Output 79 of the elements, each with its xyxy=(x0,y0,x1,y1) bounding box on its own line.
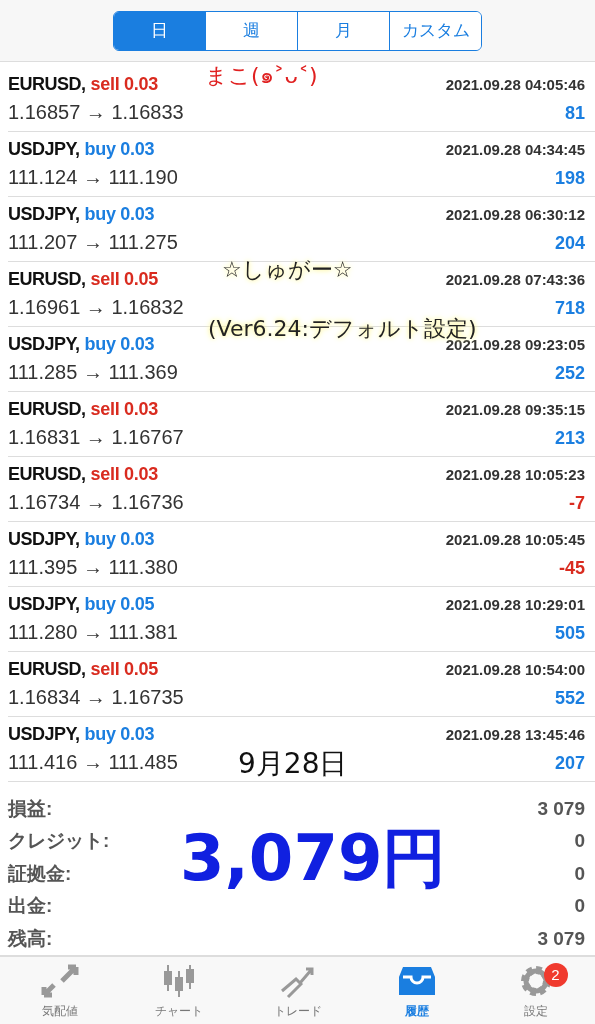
symbol: USDJPY, xyxy=(8,139,80,161)
trade-prices: 1.16831 → 1.16767 xyxy=(8,426,184,450)
trade-time: 2021.09.28 04:34:45 xyxy=(445,141,585,159)
trade-profit: 252 xyxy=(554,363,585,385)
trade-prices: 1.16834 → 1.16735 xyxy=(8,686,184,710)
trade-prices: 1.16734 → 1.16736 xyxy=(8,491,184,515)
trade-prices: 111.416 → 111.485 xyxy=(8,751,178,775)
summary-label: 残高: xyxy=(8,926,53,951)
symbol: USDJPY, xyxy=(8,594,80,616)
trade-prices: 111.285 → 111.369 xyxy=(8,361,178,385)
trade-profit: 505 xyxy=(554,623,585,645)
trade-side: sell 0.03 xyxy=(90,399,158,421)
trade-time: 2021.09.28 10:05:45 xyxy=(445,531,585,549)
summary-value: 3 079 xyxy=(537,927,585,950)
nav-tab[interactable]: 履歴 xyxy=(357,956,476,1024)
trade-profit: 213 xyxy=(554,428,585,450)
trade-side: sell 0.05 xyxy=(90,659,158,681)
trade-time: 2021.09.28 07:43:36 xyxy=(445,271,585,289)
period-tab[interactable]: 日 xyxy=(114,11,205,50)
handwritten-note: まこ(๑˃ᴗ˂) xyxy=(205,62,318,90)
symbol: USDJPY, xyxy=(8,204,80,226)
handwritten-note: 3,079円 xyxy=(180,820,447,897)
notification-badge: 2 xyxy=(543,962,568,987)
trade-side: buy 0.03 xyxy=(84,334,155,356)
summary-label: 出金: xyxy=(8,894,53,919)
symbol: USDJPY, xyxy=(8,529,80,551)
trade-profit: 198 xyxy=(554,168,585,190)
trade-prices: 111.395 → 111.380 xyxy=(8,556,178,580)
trade-side: sell 0.03 xyxy=(90,74,158,96)
summary-value: 0 xyxy=(574,830,585,853)
summary-label: クレジット: xyxy=(8,829,110,854)
trade-prices: 111.124 → 111.190 xyxy=(8,166,178,190)
trade-profit: -7 xyxy=(569,493,585,515)
trade-side: sell 0.03 xyxy=(90,464,158,486)
symbol: EURUSD, xyxy=(8,74,86,96)
trade-profit: 718 xyxy=(554,298,585,320)
handwritten-note: 9月28日 xyxy=(238,746,348,782)
trade-time: 2021.09.28 10:54:00 xyxy=(445,661,585,679)
trade-prices: 111.280 → 111.381 xyxy=(8,621,178,645)
period-tab[interactable]: 週 xyxy=(205,11,297,50)
summary-label: 証拠金: xyxy=(8,861,72,886)
symbol: EURUSD, xyxy=(8,659,86,681)
trade-profit: 207 xyxy=(554,753,585,775)
trade-profit: 81 xyxy=(564,103,585,125)
nav-tab[interactable]: 気配値 xyxy=(0,956,119,1024)
trade-time: 2021.09.28 06:30:12 xyxy=(445,206,585,224)
nav-tab[interactable]: 設定 2 xyxy=(476,956,595,1024)
trade-prices: 111.207 → 111.275 xyxy=(8,231,178,255)
arrows-icon xyxy=(39,963,80,999)
trade-side: buy 0.03 xyxy=(84,724,155,746)
trade-time: 2021.09.28 10:05:23 xyxy=(445,466,585,484)
trade-side: buy 0.03 xyxy=(84,529,155,551)
symbol: EURUSD, xyxy=(8,269,86,291)
symbol: USDJPY, xyxy=(8,334,80,356)
trade-side: buy 0.03 xyxy=(84,204,155,226)
trade-time: 2021.09.28 10:29:01 xyxy=(445,596,585,614)
trade-side: buy 0.05 xyxy=(84,594,155,616)
trade-side: sell 0.05 xyxy=(90,269,158,291)
summary-value: 0 xyxy=(574,895,585,918)
trade-side: buy 0.03 xyxy=(84,139,155,161)
nav-tab[interactable]: チャート xyxy=(119,956,238,1024)
symbol: EURUSD, xyxy=(8,464,86,486)
handwritten-note: ☆しゅがー☆ xyxy=(222,256,353,284)
trade-profit: -45 xyxy=(559,558,585,580)
trade-time: 2021.09.28 04:05:46 xyxy=(445,76,585,94)
summary-label: 損益: xyxy=(8,796,53,821)
trade-time: 2021.09.28 09:35:15 xyxy=(445,401,585,419)
nav-tab[interactable]: トレード xyxy=(238,956,357,1024)
trade-prices: 1.16961 → 1.16832 xyxy=(8,296,184,320)
trade-time: 2021.09.28 13:45:46 xyxy=(445,726,585,744)
summary-value: 3 079 xyxy=(537,797,585,820)
trade-profit: 552 xyxy=(554,688,585,710)
trade-profit: 204 xyxy=(554,233,585,255)
period-tab[interactable]: カスタム xyxy=(389,11,481,50)
symbol: EURUSD, xyxy=(8,399,86,421)
summary-value: 0 xyxy=(574,862,585,885)
period-tab[interactable]: 月 xyxy=(297,11,389,50)
trade-prices: 1.16857 → 1.16833 xyxy=(8,101,184,125)
symbol: USDJPY, xyxy=(8,724,80,746)
